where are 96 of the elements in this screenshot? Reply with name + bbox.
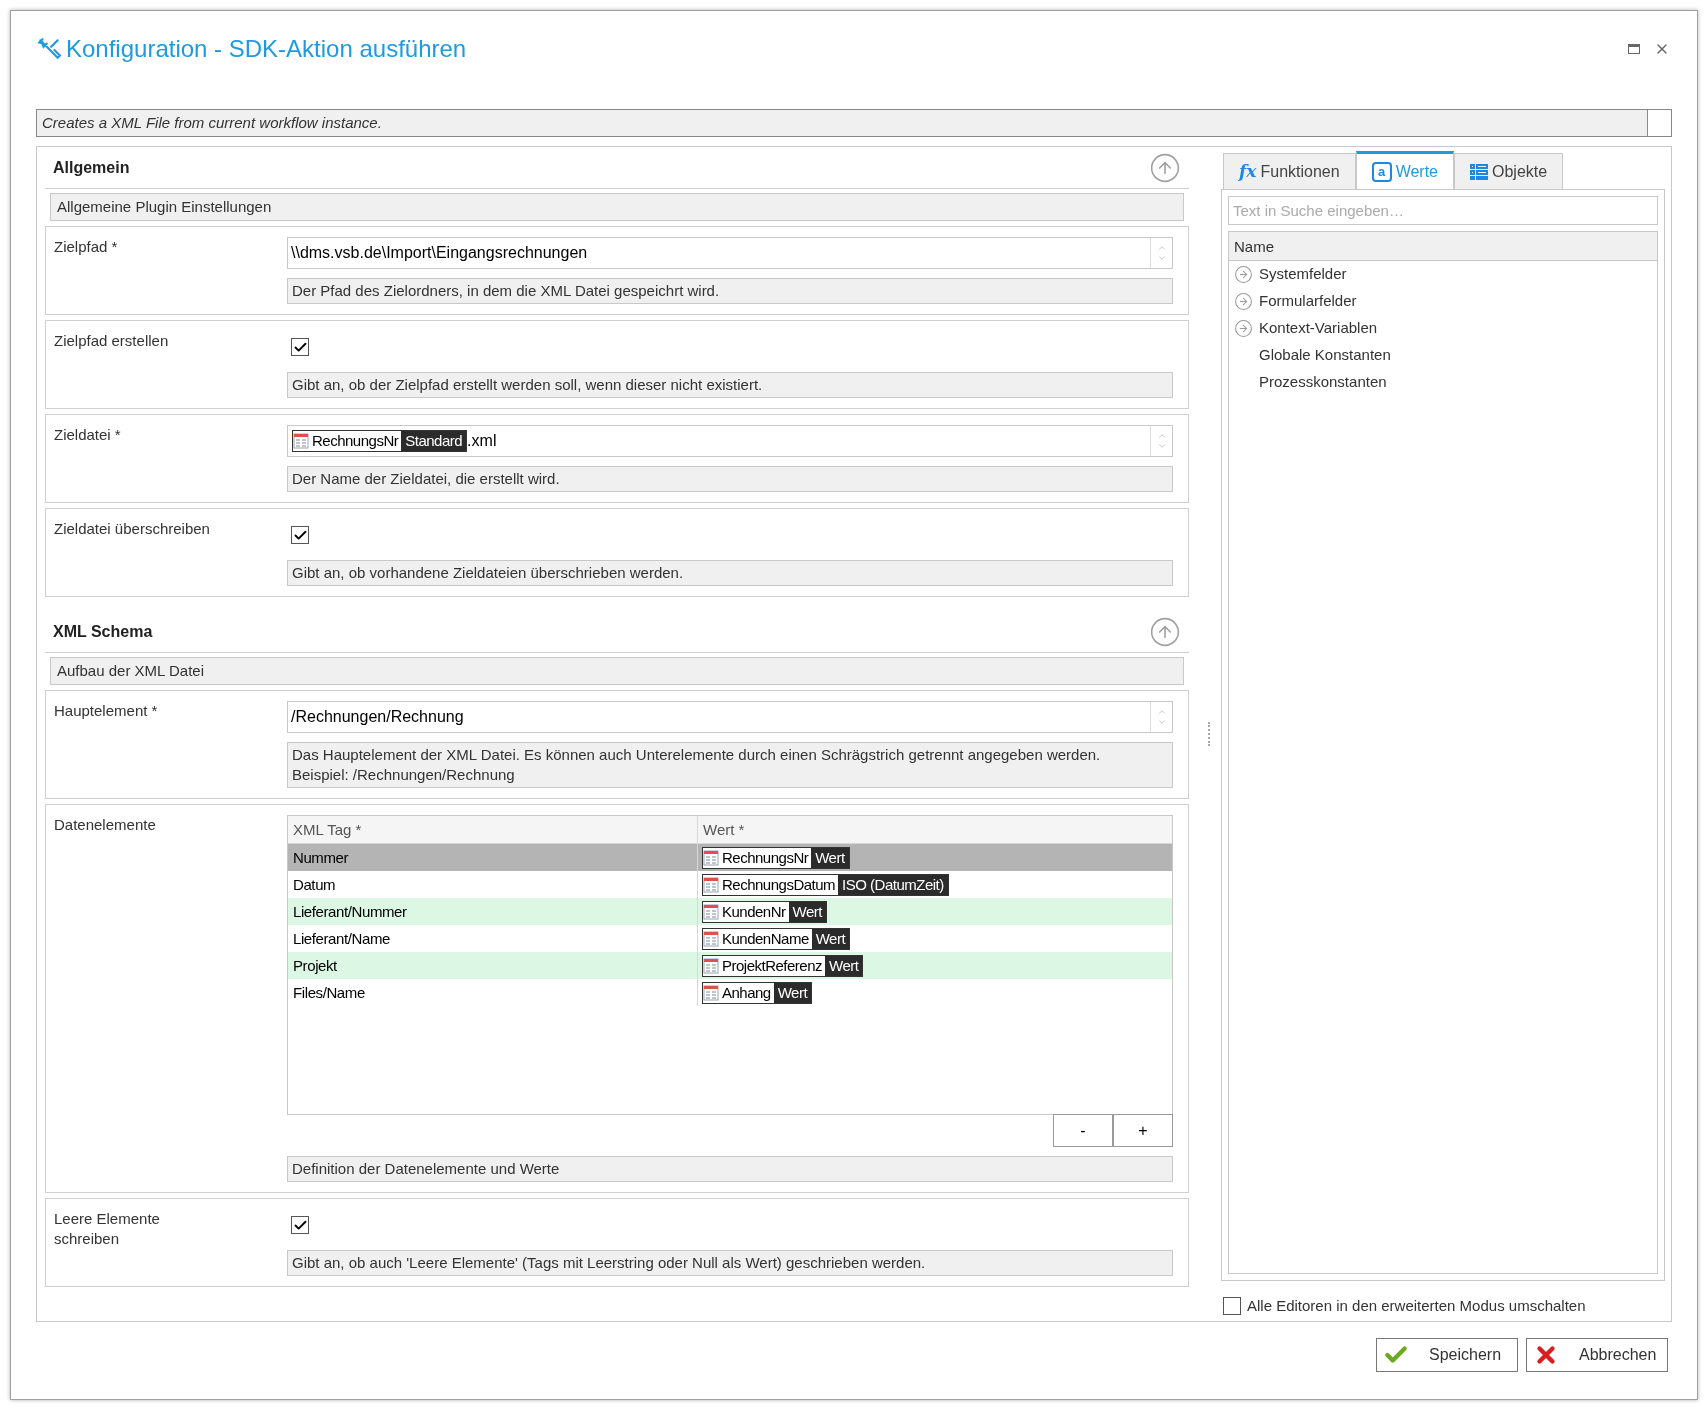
tree-item[interactable]: Formularfelder: [1229, 288, 1657, 315]
token-format: Standard: [401, 431, 467, 451]
collapse-icon[interactable]: [1149, 615, 1181, 648]
checkbox[interactable]: [1223, 1297, 1241, 1316]
panel-tab[interactable]: Objekte: [1454, 153, 1564, 189]
collapse-icon[interactable]: [1149, 151, 1181, 184]
field-label: Hauptelement *: [54, 701, 159, 721]
table-icon: [703, 984, 719, 1001]
checkbox[interactable]: [291, 338, 309, 356]
field-hint: Gibt an, ob der Zielpfad erstellt werden soll, wenn dieser nicht existiert.: [287, 372, 1173, 398]
value-token[interactable]: KundenNr Wert: [702, 900, 827, 923]
table-row[interactable]: Projekt ProjektReferenz Wert: [288, 952, 1172, 979]
description-button[interactable]: [1647, 110, 1671, 136]
token-format: ISO (DatumZeit): [838, 874, 948, 895]
table-icon: [703, 849, 719, 866]
tree-item[interactable]: Globale Konstanten: [1229, 342, 1657, 369]
tree-item[interactable]: Kontext-Variablen: [1229, 315, 1657, 342]
table-action-button[interactable]: +: [1113, 1114, 1173, 1147]
token-format: Wert: [811, 847, 849, 868]
text-field[interactable]: /Rechnungen/Rechnung: [287, 701, 1173, 733]
token-name: Anhang: [721, 982, 772, 1003]
token-name: KundenName: [721, 928, 810, 949]
checkbox-label: Alle Editoren in den erweiterten Modus umschalten: [1247, 1296, 1586, 1316]
token-field[interactable]: RechnungsNr Standard .xml: [287, 425, 1173, 457]
value-token[interactable]: RechnungsNr Standard: [292, 430, 468, 452]
section-title: Allgemein: [53, 157, 130, 178]
table-row[interactable]: Nummer RechnungsNr Wert: [288, 844, 1172, 871]
field-hint: Das Hauptelement der XML Datei. Es können auch Unterelemente durch einen Schrägstrich getrennt angegeben werden. Beispiel: /Rechnungen/Rechnung: [287, 742, 1173, 788]
splitter-handle[interactable]: [1208, 722, 1210, 746]
panel-tab[interactable]: fx Funktionen: [1223, 153, 1356, 189]
tree-item-label: Globale Konstanten: [1259, 345, 1391, 366]
field-suffix: .xml: [467, 431, 498, 451]
value-icon: a: [1371, 161, 1392, 182]
field-hint: Der Pfad des Zielordners, in dem die XML Datei gespeichrt wird.: [287, 278, 1173, 304]
dialog-button[interactable]: Speichern: [1376, 1338, 1518, 1372]
field-label: Datenelemente: [54, 815, 157, 835]
column-header[interactable]: Name: [1229, 232, 1657, 261]
tools-icon: [36, 36, 62, 62]
value-token[interactable]: RechnungsNr Wert: [702, 846, 850, 869]
field-label: Leere Elemente schreiben: [54, 1209, 161, 1249]
table-row[interactable]: Lieferant/Nummer KundenNr Wert: [288, 898, 1172, 925]
description-text: Creates a XML File from current workflow instance.: [41, 113, 383, 133]
tree-item[interactable]: Systemfelder: [1229, 261, 1657, 288]
value-token[interactable]: ProjektReferenz Wert: [702, 954, 864, 977]
table-action-button[interactable]: -: [1053, 1114, 1113, 1147]
token-name: KundenNr: [721, 901, 787, 922]
tree-item[interactable]: Prozesskonstanten: [1229, 369, 1657, 396]
table-icon: [703, 957, 719, 974]
field-value: /Rechnungen/Rechnung: [291, 707, 465, 727]
dialog-button[interactable]: Abbrechen: [1526, 1338, 1668, 1372]
tree-item-label: Systemfelder: [1259, 264, 1347, 285]
field-label: Zielpfad erstellen: [54, 331, 170, 351]
tree-item-label: Kontext-Variablen: [1259, 318, 1378, 339]
field-hint: Der Name der Zieldatei, die erstellt wird.: [287, 466, 1173, 492]
value-token[interactable]: KundenName Wert: [702, 927, 851, 950]
table-icon: [703, 876, 719, 893]
token-format: Wert: [773, 982, 812, 1003]
panel-tab[interactable]: a Werte: [1355, 151, 1454, 189]
list-icon: [1470, 162, 1488, 181]
expand-icon[interactable]: [1234, 292, 1253, 311]
expand-icon[interactable]: [1234, 319, 1253, 338]
token-name: RechnungsDatum: [721, 874, 837, 895]
value-token[interactable]: RechnungsDatum ISO (DatumZeit): [702, 873, 949, 896]
field-hint: Definition der Datenelemente und Werte: [287, 1156, 1173, 1182]
table-icon: [293, 433, 309, 449]
expand-icon[interactable]: [1234, 265, 1253, 284]
function-icon: fx: [1239, 158, 1257, 185]
maximize-icon[interactable]: [1628, 44, 1640, 54]
token-name: ProjektReferenz: [721, 955, 824, 976]
field-value: \\dms.vsb.de\Import\Eingangsrechnungen: [291, 243, 589, 263]
token-format: Wert: [825, 955, 863, 976]
search-field[interactable]: Text in Suche eingeben…: [1228, 196, 1658, 225]
field-label: Zieldatei überschreiben: [54, 519, 211, 539]
token-name: RechnungsNr: [311, 431, 400, 451]
token-format: Wert: [811, 928, 850, 949]
window-title: Konfiguration - SDK-Aktion ausführen: [66, 34, 467, 64]
column-header[interactable]: Wert *: [698, 816, 1172, 844]
section-subtitle: Allgemeine Plugin Einstellungen: [50, 193, 1184, 221]
field-label: Zielpfad *: [54, 237, 119, 257]
table-icon: [703, 930, 719, 947]
checkbox[interactable]: [291, 1216, 309, 1234]
table-cell: Files/Name: [288, 979, 698, 1006]
description-field[interactable]: Creates a XML File from current workflow instance.: [36, 109, 1672, 137]
value-token[interactable]: Anhang Wert: [702, 981, 813, 1004]
field-hint: Gibt an, ob auch 'Leere Elemente' (Tags mit Leerstring oder Null als Wert) geschrieben werden.: [287, 1250, 1173, 1276]
table-icon: [703, 903, 719, 920]
tree-item-label: Prozesskonstanten: [1259, 372, 1387, 393]
token-format: Wert: [788, 901, 826, 922]
field-label: Zieldatei *: [54, 425, 122, 445]
text-field[interactable]: \\dms.vsb.de\Import\Eingangsrechnungen: [287, 237, 1173, 269]
section-title: XML Schema: [53, 621, 153, 642]
section-subtitle: Aufbau der XML Datei: [50, 657, 1184, 685]
tree-item-label: Formularfelder: [1259, 291, 1357, 312]
field-hint: Gibt an, ob vorhandene Zieldateien überschrieben werden.: [287, 560, 1173, 586]
checkbox[interactable]: [291, 526, 309, 544]
token-name: RechnungsNr: [721, 847, 810, 868]
